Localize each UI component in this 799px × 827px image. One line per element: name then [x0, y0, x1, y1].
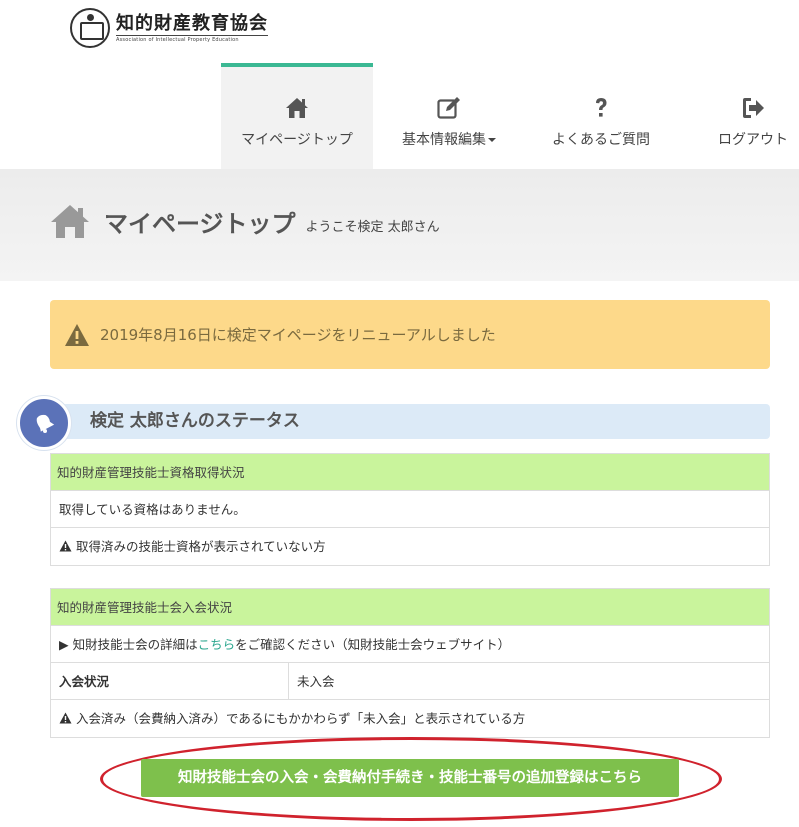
notice-text: 2019年8月16日に検定マイページをリニューアルしました — [100, 326, 496, 344]
home-icon — [51, 205, 89, 238]
membership-status-label: 入会状況 — [51, 663, 289, 699]
membership-header: 知的財産管理技能士会入会状況 — [51, 589, 769, 626]
membership-panel: 知的財産管理技能士会入会状況 ▶ 知財技能士会の詳細はこちらをご確認ください（知… — [50, 588, 770, 738]
nav-label: マイページトップ — [241, 132, 353, 148]
nav-label: よくあるご質問 — [552, 132, 650, 148]
warning-icon — [59, 540, 72, 552]
page-header-band: マイページトップ ようこそ検定 太郎さん — [0, 169, 799, 281]
logo-name-en: Association of Intellectual Property Edu… — [116, 34, 268, 44]
membership-info-link[interactable]: こちら — [198, 637, 236, 652]
nav-label-text: 基本情報編集 — [402, 132, 486, 148]
qualification-status-row: 取得している資格はありません。 — [51, 491, 769, 528]
nav-label: ログアウト — [718, 132, 788, 148]
qualification-help-text: 取得済みの技能士資格が表示されていない方 — [76, 539, 326, 554]
membership-info-row: ▶ 知財技能士会の詳細はこちらをご確認ください（知財技能士会ウェブサイト） — [51, 626, 769, 663]
nav-item-faq[interactable]: よくあるご質問 — [525, 63, 677, 169]
status-badge — [17, 396, 71, 450]
nav-label: 基本情報編集 — [402, 129, 496, 149]
membership-help-text: 入会済み（会費納入済み）であるにもかかわらず「未入会」と表示されている方 — [76, 711, 526, 726]
status-section-header: 検定 太郎さんのステータス — [62, 404, 770, 439]
warning-icon — [59, 712, 72, 724]
logout-icon — [743, 98, 764, 118]
chevron-down-icon — [488, 138, 496, 142]
qualification-panel: 知的財産管理技能士資格取得状況 取得している資格はありません。 取得済みの技能士… — [50, 453, 770, 566]
edit-icon — [437, 97, 460, 119]
site-logo[interactable]: 知的財産教育協会 Association of Intellectual Pro… — [70, 8, 268, 48]
logo-text: 知的財産教育協会 Association of Intellectual Pro… — [116, 13, 268, 44]
logo-emblem-icon — [70, 8, 110, 48]
status-title: 検定 太郎さんのステータス — [90, 411, 300, 431]
membership-info-prefix: ▶ 知財技能士会の詳細は — [59, 637, 198, 652]
welcome-text: ようこそ検定 太郎さん — [305, 220, 440, 235]
main-nav: マイページトップ 基本情報編集 よくあるご質問 ログアウト — [221, 63, 799, 169]
renewal-notice: 2019年8月16日に検定マイページをリニューアルしました — [50, 300, 770, 369]
membership-status-row: 入会状況 未入会 — [51, 663, 769, 700]
nav-item-logout[interactable]: ログアウト — [677, 63, 799, 169]
qualification-help-row[interactable]: 取得済みの技能士資格が表示されていない方 — [51, 528, 769, 565]
nav-item-profile-edit[interactable]: 基本情報編集 — [373, 63, 525, 169]
membership-info-suffix: をご確認ください（知財技能士会ウェブサイト） — [235, 637, 511, 652]
bell-icon — [36, 414, 55, 433]
qualification-header: 知的財産管理技能士資格取得状況 — [51, 454, 769, 491]
membership-status-value: 未入会 — [297, 674, 335, 689]
question-icon — [596, 98, 607, 117]
page-title: マイページトップ — [104, 210, 296, 238]
membership-help-row[interactable]: 入会済み（会費納入済み）であるにもかかわらず「未入会」と表示されている方 — [51, 700, 769, 737]
nav-item-mypage-top[interactable]: マイページトップ — [221, 63, 373, 169]
membership-registration-button[interactable]: 知財技能士会の入会・会費納付手続き・技能士番号の追加登録はこちら — [141, 759, 679, 797]
page-heading: マイページトップ ようこそ検定 太郎さん — [50, 203, 440, 239]
warning-icon — [65, 323, 89, 346]
home-icon — [286, 98, 308, 118]
logo-name-jp: 知的財産教育協会 — [116, 12, 268, 34]
